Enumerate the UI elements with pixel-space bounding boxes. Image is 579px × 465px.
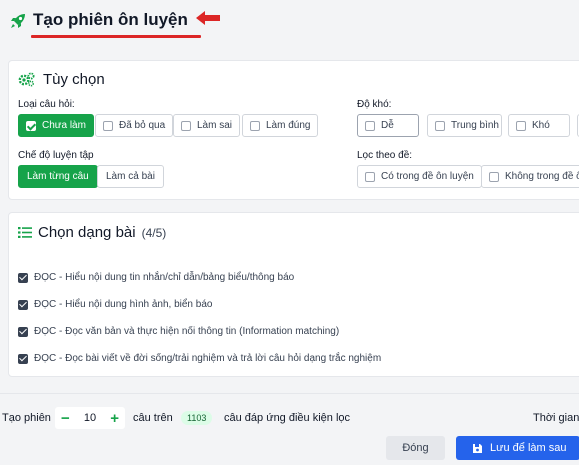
- filter-skipped[interactable]: Đã bỏ qua: [95, 114, 174, 137]
- difficulty-easy-label: Dễ: [381, 120, 394, 131]
- difficulty-medium[interactable]: Trung bình: [427, 114, 502, 137]
- mode-single-question[interactable]: Làm từng câu: [18, 165, 98, 188]
- question-type-item[interactable]: ĐỌC - Đọc bài viết về đời sống/trải nghi…: [18, 353, 381, 364]
- close-button[interactable]: Đóng: [386, 436, 445, 460]
- filter-in-exam-label: Có trong đề ôn luyện: [381, 171, 474, 182]
- question-type-item[interactable]: ĐỌC - Hiểu nội dung hình ảnh, biển báo: [18, 299, 212, 310]
- checkbox-icon: [435, 120, 445, 131]
- list-icon: [18, 227, 32, 238]
- filter-wrong[interactable]: Làm sai: [173, 114, 241, 137]
- options-card: Tùy chọn Loại câu hỏi: Chưa làm Đã bỏ qu…: [8, 60, 579, 200]
- checkbox-icon: [516, 120, 526, 131]
- available-count-badge: 1103: [181, 411, 213, 425]
- question-type-item-label: ĐỌC - Đọc văn bản và thực hiện nối thông…: [34, 326, 340, 337]
- rocket-icon: [11, 14, 25, 28]
- checkbox-icon: [365, 171, 375, 182]
- mode-full-test-label: Làm cả bài: [106, 171, 155, 182]
- checkbox-icon: [365, 120, 375, 131]
- checkbox-checked-icon: [18, 299, 28, 310]
- checkbox-icon: [103, 120, 113, 131]
- filter-in-exam[interactable]: Có trong đề ôn luyện: [357, 165, 482, 188]
- plus-button[interactable]: +: [110, 411, 119, 426]
- gears-icon: [18, 72, 35, 87]
- exam-filter-label: Lọc theo đề:: [357, 150, 413, 161]
- minus-button[interactable]: −: [61, 411, 70, 426]
- filter-not-done[interactable]: Chưa làm: [18, 114, 94, 137]
- mode-full-test[interactable]: Làm cả bài: [97, 165, 164, 188]
- difficulty-easy[interactable]: Dễ: [357, 114, 419, 137]
- filter-wrong-label: Làm sai: [197, 120, 233, 131]
- checkbox-icon: [250, 120, 260, 131]
- question-types-title: Chọn dạng bài (4/5): [18, 224, 166, 241]
- save-for-later-button[interactable]: Lưu để làm sau: [456, 436, 579, 460]
- difficulty-hard[interactable]: Khó: [508, 114, 570, 137]
- difficulty-hard-label: Khó: [532, 120, 550, 131]
- filter-not-in-exam-label: Không trong đề ôn: [505, 171, 579, 182]
- checkbox-icon: [181, 120, 191, 131]
- checkbox-icon: [26, 120, 36, 131]
- question-types-title-text: Chọn dạng bài: [38, 224, 136, 241]
- options-title-text: Tùy chọn: [43, 71, 105, 88]
- arrow-left-icon: [196, 11, 220, 25]
- checkbox-checked-icon: [18, 272, 28, 283]
- page-header: Tạo phiên ôn luyện: [0, 0, 579, 52]
- checkbox-checked-icon: [18, 326, 28, 337]
- difficulty-label: Độ khó:: [357, 99, 392, 110]
- filter-not-done-label: Chưa làm: [42, 120, 86, 131]
- save-icon: [473, 443, 482, 453]
- filter-skipped-label: Đã bỏ qua: [119, 120, 166, 131]
- question-type-item-label: ĐỌC - Hiểu nội dung tin nhắn/chỉ dẫn/bản…: [34, 272, 295, 283]
- questions-on-label: câu trên: [133, 412, 173, 424]
- filter-correct[interactable]: Làm đúng: [242, 114, 319, 137]
- question-count-stepper: − 10 +: [55, 407, 125, 429]
- close-button-label: Đóng: [402, 442, 429, 454]
- options-card-title: Tùy chọn: [18, 71, 105, 88]
- question-type-item[interactable]: ĐỌC - Đọc văn bản và thực hiện nối thông…: [18, 326, 339, 337]
- question-count-value[interactable]: 10: [84, 412, 96, 424]
- page-title: Tạo phiên ôn luyện: [33, 10, 188, 29]
- difficulty-medium-label: Trung bình: [451, 120, 499, 131]
- filter-correct-label: Làm đúng: [266, 120, 311, 131]
- mode-single-question-label: Làm từng câu: [27, 171, 89, 182]
- checkbox-checked-icon: [18, 353, 28, 364]
- question-type-item[interactable]: ĐỌC - Hiểu nội dung tin nhắn/chỉ dẫn/bản…: [18, 272, 294, 283]
- create-session-label: Tạo phiên: [2, 412, 51, 424]
- time-label: Thời gian: [533, 412, 579, 424]
- question-types-count: (4/5): [141, 225, 167, 240]
- question-type-label: Loại câu hỏi:: [18, 99, 75, 110]
- question-type-item-label: ĐỌC - Hiểu nội dung hình ảnh, biển báo: [34, 299, 213, 310]
- question-type-item-label: ĐỌC - Đọc bài viết về đời sống/trải nghi…: [34, 353, 382, 364]
- matching-text: câu đáp ứng điều kiện lọc: [224, 412, 351, 424]
- checkbox-icon: [489, 171, 499, 182]
- save-button-label: Lưu để làm sau: [490, 442, 567, 454]
- title-underline: [31, 35, 201, 38]
- filter-not-in-exam[interactable]: Không trong đề ôn: [481, 165, 579, 188]
- practice-mode-label: Chế độ luyện tập: [18, 150, 94, 161]
